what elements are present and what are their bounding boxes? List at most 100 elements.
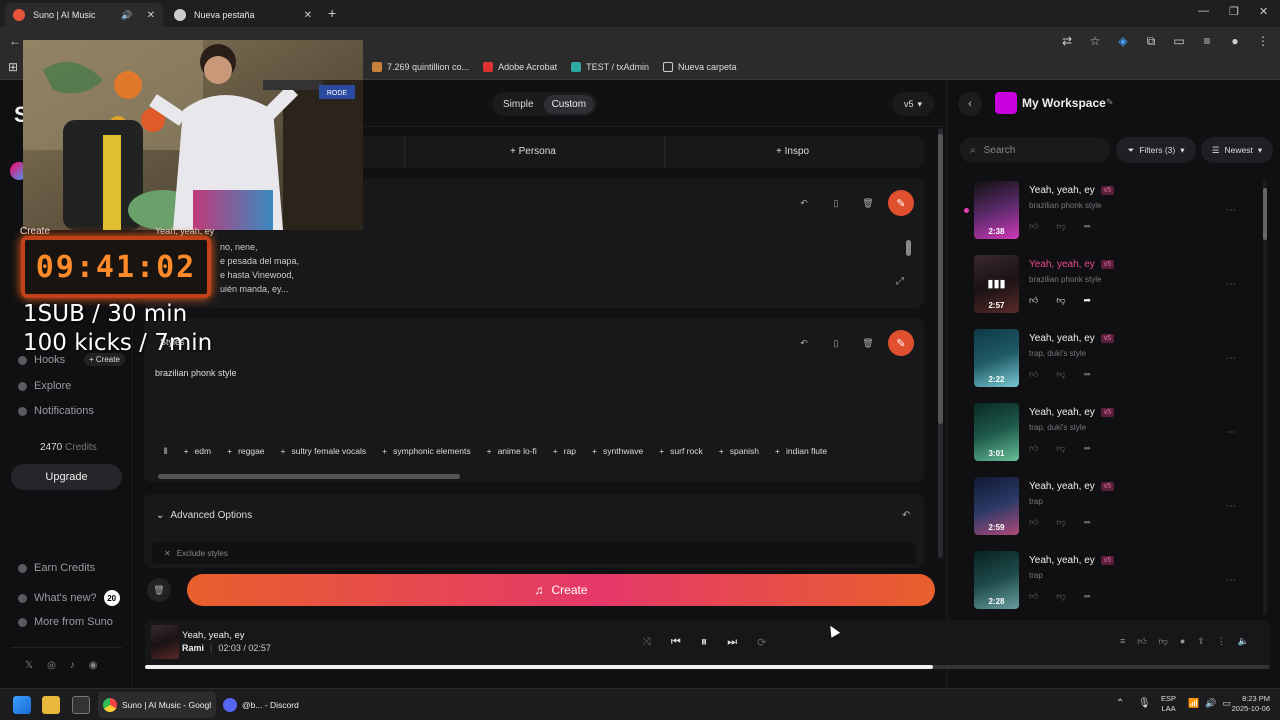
style-chip[interactable]: + indian flute [769,446,833,456]
system-tray[interactable]: 📶 🔊 ▭ [1188,698,1231,709]
share-icon[interactable]: ⇪ [1197,636,1205,647]
tray-chevron-icon[interactable]: ⌃ [1116,698,1124,709]
magic-wand-button[interactable]: ✎ [888,190,914,216]
thumbs-up-icon[interactable]: 👍︎ [1029,591,1038,602]
scroll-thumb[interactable] [1263,188,1267,240]
style-chip[interactable]: + spanish [713,446,765,456]
song-item[interactable]: 2:28 Yeah, yeah, ey v5 trap 👍︎ 👎︎ ➦ ⋯ [974,551,1274,621]
bookmark-item[interactable]: Adobe Acrobat [483,62,557,72]
instagram-icon[interactable]: ◎ [47,660,56,671]
lyrics-scrollbar[interactable] [906,240,911,256]
bookmark-item[interactable]: 7.269 quintillion co... [372,62,469,72]
reset-icon[interactable]: ↶ [902,510,910,521]
clock[interactable]: 8:23 PM 2025-10-06 [1230,694,1270,714]
thumbs-down-icon[interactable]: 👎︎ [1056,517,1065,528]
magic-wand-button[interactable]: ✎ [888,330,914,356]
style-chip[interactable]: + symphonic elements [376,446,476,456]
profile-avatar[interactable]: ● [1224,34,1246,49]
queue-icon[interactable]: ≡ [1120,636,1125,647]
sidebar-item-earn[interactable]: Earn Credits [18,562,95,574]
style-chip[interactable]: + surf rock [653,446,709,456]
thumbs-down-icon[interactable]: 👎︎ [1159,636,1168,647]
song-title[interactable]: Yeah, yeah, ey v5 [1029,555,1115,566]
advanced-options-toggle[interactable]: ⌄ Advanced Options [156,510,252,521]
maximize-icon[interactable]: ❐ [1229,5,1239,18]
song-item[interactable]: 2:59 Yeah, yeah, ey v5 trap 👍︎ 👎︎ ➦ ⋯ [974,477,1274,547]
new-tab-icon[interactable]: + [328,5,336,21]
sidebar-item-whats-new[interactable]: What's new? 20 [18,590,120,606]
undo-icon[interactable]: ↶ [795,194,813,212]
song-title[interactable]: Yeah, yeah, ey v5 [1029,481,1115,492]
song-item-playing[interactable]: ▮▮▮ 2:57 Yeah, yeah, ey v5 brazilian phon… [974,255,1274,325]
tab-suno[interactable]: Suno | AI Music 🔊 ✕ [5,3,163,27]
style-text[interactable]: brazilian phonk style [155,368,237,378]
thumbs-up-icon[interactable]: 👍︎ [1029,369,1038,380]
share-icon[interactable]: ➦ [1084,369,1092,380]
now-playing-title[interactable]: Yeah, yeah, ey [182,630,245,641]
shuffle-icon[interactable]: ⤨ [642,636,651,649]
style-chip[interactable]: + sultry female vocals [275,446,373,456]
more-options-icon[interactable]: ⋯ [1226,427,1236,438]
lyrics-text[interactable]: no, nene, e pesada del mapa, e hasta Vin… [220,240,299,296]
song-title[interactable]: Yeah, yeah, ey v5 [1029,407,1115,418]
thumbs-down-icon[interactable]: 👎︎ [1056,369,1065,380]
volume-icon[interactable]: 🔈 [1238,636,1249,647]
filters-button[interactable]: ⏷ Filters (3) ▾ [1116,137,1196,163]
shield-icon[interactable]: ◈ [1112,34,1134,49]
style-chip[interactable]: + edm [178,446,218,456]
tab-new[interactable]: Nueva pestaña ✕ [166,3,320,27]
file-explorer-icon[interactable] [42,696,60,714]
bookmark-icon[interactable]: ▯ [827,334,845,352]
more-options-icon[interactable]: ⋯ [1226,501,1236,512]
more-options-icon[interactable]: ⋯ [1226,205,1236,216]
share-icon[interactable]: ➦ [1084,591,1092,602]
edit-pencil-icon[interactable]: ✎ [1106,97,1114,108]
tiktok-icon[interactable]: ♪ [70,660,75,671]
inspo-button[interactable]: + Inspo [776,146,809,157]
style-chip[interactable]: + synthwave [586,446,649,456]
style-chip[interactable]: + rap [547,446,582,456]
translate-icon[interactable]: ⇄ [1056,34,1078,49]
next-icon[interactable]: ⏭ [727,636,737,649]
thumbs-down-icon[interactable]: 👎︎ [1056,221,1065,232]
thumbs-down-icon[interactable]: 👎︎ [1056,591,1065,602]
share-icon[interactable]: ➦ [1084,443,1092,454]
library-icon[interactable]: ⫴ [158,446,174,457]
microphone-icon[interactable]: 🎙 [1138,698,1151,709]
song-thumbnail[interactable]: 3:01 [974,403,1019,461]
speaker-icon[interactable]: 🔊 [121,10,132,21]
thumbs-up-icon[interactable]: 👍︎ [1029,295,1038,306]
undo-icon[interactable]: ↶ [795,334,813,352]
close-window-icon[interactable]: ✕ [1259,5,1268,18]
song-item[interactable]: 2:38 Yeah, yeah, ey v5 brazilian phonk st… [974,181,1274,251]
more-options-icon[interactable]: ⋯ [1226,353,1236,364]
taskbar-chrome[interactable]: Suno | AI Music - Googl [98,692,216,718]
progress-track[interactable] [145,665,1270,669]
pause-icon[interactable]: ⏸ [701,634,708,650]
song-thumbnail[interactable]: 2:59 [974,477,1019,535]
thumbs-up-icon[interactable]: 👍︎ [1029,517,1038,528]
scroll-thumb[interactable] [938,134,943,424]
trash-icon[interactable]: 🗑 [859,334,877,352]
thumbs-down-icon[interactable]: 👎︎ [1056,295,1065,306]
star-icon[interactable]: ☆ [1084,34,1106,49]
song-title[interactable]: Yeah, yeah, ey v5 [1029,185,1115,196]
thumbs-up-icon[interactable]: 👍︎ [1029,443,1038,454]
language-indicator[interactable]: ESP LAA [1161,694,1176,714]
previous-icon[interactable]: ⏮ [671,636,681,649]
main-scrollbar[interactable] [938,128,943,558]
now-playing-thumbnail[interactable] [151,625,179,659]
trash-icon[interactable]: 🗑 [859,194,877,212]
comment-icon[interactable]: ● [1180,636,1185,647]
mode-custom[interactable]: Custom [543,94,595,114]
song-thumbnail[interactable]: 2:22 [974,329,1019,387]
more-options-icon[interactable]: ⋯ [1226,575,1236,586]
workspace-scrollbar[interactable] [1263,180,1267,615]
sidebar-item-more[interactable]: More from Suno [18,616,113,628]
mode-simple[interactable]: Simple [495,95,542,114]
bookmark-folder[interactable]: Nueva carpeta [662,62,737,72]
app-icon[interactable] [72,696,90,714]
share-icon[interactable]: ➦ [1084,517,1092,528]
song-item[interactable]: 2:22 Yeah, yeah, ey v5 trap, duki's style… [974,329,1274,399]
taskbar-discord[interactable]: @b... - Discord [220,692,306,718]
